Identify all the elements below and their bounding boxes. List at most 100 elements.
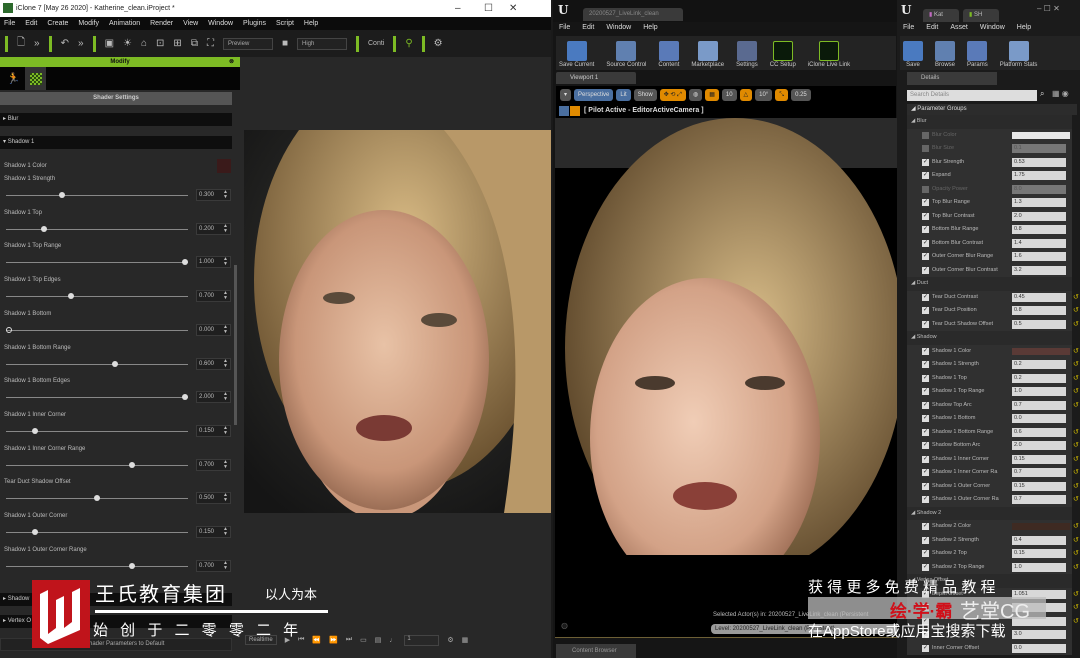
parameter-value-input[interactable]: 0.0 <box>1012 643 1066 653</box>
spin-arrows-icon[interactable]: ▲ ▼ <box>223 324 228 335</box>
reset-to-default-icon[interactable]: ↺ <box>1073 385 1079 399</box>
menu-window[interactable]: Window <box>980 22 1005 34</box>
reset-to-default-icon[interactable]: ↺ <box>1073 291 1079 305</box>
view-icon[interactable]: ⧉ <box>191 38 198 49</box>
menu-help[interactable]: Help <box>643 22 657 34</box>
slider-track[interactable] <box>6 461 188 468</box>
parameter-checkbox[interactable]: ✓ <box>922 293 929 301</box>
panel-icon[interactable]: ▣ <box>105 38 114 49</box>
parameter-value-input[interactable]: 1.4 <box>1012 238 1066 248</box>
source-control-button[interactable]: Source Control <box>603 39 649 70</box>
iclone-live-link-button[interactable]: iClone Live Link <box>805 39 853 70</box>
parameter-checkbox[interactable]: ✓ <box>922 158 929 166</box>
menu-render[interactable]: Render <box>150 17 173 30</box>
parameter-value-input[interactable]: 0.15 <box>1012 454 1066 464</box>
material-tab-icon[interactable] <box>25 67 46 90</box>
parameter-checkbox[interactable]: ✓ <box>922 347 929 355</box>
parameter-checkbox[interactable]: ✓ <box>922 496 929 503</box>
group-blur[interactable]: ▸ Blur <box>0 113 232 126</box>
parameter-value-input[interactable]: 1.75 <box>1012 171 1066 180</box>
loop-icon[interactable]: ▭ <box>360 636 367 644</box>
maximize-button[interactable]: ☐ <box>484 0 493 17</box>
parameter-value-input[interactable]: 2.0 <box>1012 441 1066 450</box>
color-swatch[interactable] <box>1012 347 1070 355</box>
viewport-tab[interactable]: Viewport 1 <box>556 72 636 84</box>
close-button[interactable]: ✕ <box>509 0 517 17</box>
tab-kat[interactable]: ▮ Kat <box>923 9 959 22</box>
params-button[interactable]: Params <box>964 39 991 70</box>
content-browser-tab[interactable]: Content Browser <box>556 644 636 658</box>
group-blur[interactable]: ◢ Blur <box>907 115 1072 129</box>
parameter-checkbox[interactable]: ✓ <box>922 482 929 490</box>
light-icon[interactable]: ☀ <box>123 38 132 49</box>
parameter-checkbox[interactable]: ✓ <box>922 550 929 557</box>
subtitle-icon[interactable]: ▤ <box>375 636 382 644</box>
menu-edit[interactable]: Edit <box>25 17 37 30</box>
reset-to-default-icon[interactable]: ↺ <box>1073 493 1079 507</box>
slider-knob[interactable] <box>32 529 39 535</box>
ue-viewport[interactable] <box>555 118 897 556</box>
slider-track[interactable] <box>6 495 188 502</box>
parameter-value-input[interactable]: 0.1 <box>1012 144 1066 153</box>
parameter-checkbox[interactable]: ✓ <box>922 226 929 233</box>
parameter-checkbox[interactable]: ✓ <box>922 455 929 463</box>
reset-to-default-icon[interactable]: ↺ <box>1073 453 1079 467</box>
parameter-checkbox[interactable]: ✓ <box>922 401 929 409</box>
slider-value-input[interactable]: 0.700 ▲ ▼ <box>196 290 231 303</box>
slider-value-input[interactable]: 2.000 ▲ ▼ <box>196 391 231 404</box>
parameter-value-input[interactable]: 0.7 <box>1012 400 1066 410</box>
slider-track[interactable] <box>6 293 188 300</box>
menu-view[interactable]: View <box>183 17 198 30</box>
parameter-value-input[interactable]: 0.7 <box>1012 495 1066 504</box>
parameter-value-input[interactable]: 0.2 <box>1012 360 1066 369</box>
camera-icon[interactable]: ■ <box>282 38 288 49</box>
slider-track[interactable] <box>6 562 188 569</box>
parameter-value-input[interactable]: 0.8 <box>1012 306 1066 315</box>
slider-value-input[interactable]: 0.000 ▲ ▼ <box>196 323 231 336</box>
parameter-checkbox[interactable]: ✓ <box>922 523 929 530</box>
slider-track[interactable] <box>6 529 188 535</box>
slider-knob[interactable] <box>182 259 188 266</box>
undo-icon[interactable]: ↶ <box>61 38 69 49</box>
spin-arrows-icon[interactable]: ▲ ▼ <box>223 425 228 436</box>
group-shadow-2[interactable]: ◢ Shadow 2 <box>907 506 1072 520</box>
slider-knob[interactable] <box>32 427 39 434</box>
spin-arrows-icon[interactable]: ▲ ▼ <box>223 560 228 571</box>
parameter-value-input[interactable]: 1.0 <box>1012 387 1066 396</box>
viewport-options-button[interactable]: ▾ <box>560 89 572 101</box>
reset-to-default-icon[interactable]: ↺ <box>1073 547 1079 561</box>
slider-value-input[interactable]: 0.500 ▲ ▼ <box>196 492 231 505</box>
platform-stats-button[interactable]: Platform Stats <box>997 39 1041 70</box>
spin-arrows-icon[interactable]: ▲ ▼ <box>223 291 228 301</box>
slider-knob[interactable] <box>94 495 100 502</box>
menu-edit[interactable]: Edit <box>926 22 938 34</box>
slider-value-input[interactable]: 0.700 ▲ ▼ <box>196 458 231 471</box>
slider-track[interactable] <box>6 192 188 198</box>
parameter-value-input[interactable]: 0.53 <box>1012 157 1066 167</box>
parameter-checkbox[interactable]: ✓ <box>922 536 929 544</box>
save-button[interactable]: Save <box>900 39 926 70</box>
menu-help[interactable]: Help <box>1017 22 1031 34</box>
parameter-value-input[interactable]: 3.0 <box>1012 630 1066 639</box>
group-shadow-1[interactable]: ▾ Shadow 1 <box>0 136 232 149</box>
music-icon[interactable]: ♩ <box>389 637 396 644</box>
level-tab[interactable]: 20200527_LiveLink_clean <box>583 8 683 21</box>
view-options-icon[interactable]: ▦ ◉ <box>1052 89 1069 98</box>
menu-file[interactable]: File <box>559 22 570 34</box>
parameter-value-input[interactable]: 0.6 <box>1012 427 1066 437</box>
camera-mode-icon[interactable]: ⛶ <box>207 38 214 49</box>
slider-value-input[interactable]: 0.150 ▲ ▼ <box>196 424 231 437</box>
preview-dropdown[interactable]: Preview <box>222 37 273 50</box>
parameter-checkbox[interactable] <box>922 145 929 152</box>
panel-scrollbar[interactable] <box>234 265 237 425</box>
parameter-checkbox[interactable] <box>922 131 929 139</box>
group-shadow[interactable]: ◢ Shadow <box>907 331 1072 345</box>
reset-to-default-icon[interactable]: ↺ <box>1073 426 1079 440</box>
parameter-checkbox[interactable]: ✓ <box>922 212 929 220</box>
parameter-checkbox[interactable]: ✓ <box>922 199 929 206</box>
reset-to-default-icon[interactable]: ↺ <box>1073 345 1079 359</box>
parameter-checkbox[interactable]: ✓ <box>922 239 929 247</box>
tab-sh[interactable]: ▮ SH <box>963 9 999 22</box>
menu-file[interactable]: File <box>903 22 914 34</box>
frame-icon[interactable]: ⊞ <box>173 38 181 49</box>
